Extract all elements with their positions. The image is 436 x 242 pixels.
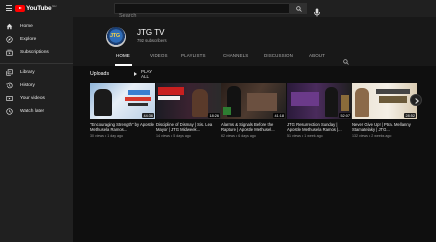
main-content: JTG JTG TV 792 subscribers HOME VIDEOS P… xyxy=(73,17,436,242)
library-icon xyxy=(6,69,13,76)
microphone-icon xyxy=(314,8,320,17)
tab-about[interactable]: ABOUT xyxy=(309,53,325,58)
video-duration: 41:18 xyxy=(273,113,285,118)
video-thumbnail[interactable]: 18:26 xyxy=(156,83,221,119)
logo-region: GH xyxy=(51,4,57,8)
thumb-banner xyxy=(158,96,180,100)
active-tab-indicator xyxy=(115,64,132,66)
thumb-banner xyxy=(125,97,151,101)
video-duration: 18:26 xyxy=(208,113,220,118)
compass-icon xyxy=(6,36,13,43)
channel-tabs: HOME VIDEOS PLAYLISTS CHANNELS DISCUSSIO… xyxy=(73,47,436,66)
speaker-figure xyxy=(192,89,208,117)
sidebar-item-label: History xyxy=(20,83,35,88)
subscriber-count: 792 subscribers xyxy=(137,38,167,43)
sidebar-item-home[interactable]: Home xyxy=(0,20,73,33)
video-title[interactable]: JTG Resurrection Sunday | Apostle Methus… xyxy=(287,122,352,133)
sidebar-item-your-videos[interactable]: Your videos xyxy=(0,92,73,105)
thumb-banner xyxy=(128,103,148,106)
video-card[interactable]: 41:18 Alarms & Signals Before the Raptur… xyxy=(221,83,286,138)
video-title[interactable]: Discipline of Dismay | Sis. Lea Mayor | … xyxy=(156,122,221,133)
thumb-background xyxy=(223,107,231,115)
video-duration: 44:36 xyxy=(142,113,154,118)
home-icon xyxy=(6,23,13,30)
top-bar: YouTube GH xyxy=(0,0,436,21)
video-meta: 132 views • 2 weeks ago xyxy=(352,133,392,138)
video-thumbnail[interactable]: 28:52 xyxy=(352,83,417,119)
thumb-background xyxy=(247,93,277,111)
sidebar-item-label: Home xyxy=(20,24,33,29)
search-icon xyxy=(296,6,302,12)
thumb-screen xyxy=(291,92,319,106)
video-card[interactable]: 18:26 Discipline of Dismay | Sis. Lea Ma… xyxy=(156,83,221,138)
sidebar-divider xyxy=(0,63,73,64)
video-thumbnail[interactable]: 44:36 xyxy=(90,83,155,119)
history-icon xyxy=(6,82,13,89)
video-card[interactable]: 44:36 "Encouraging Strength" by Apostle … xyxy=(90,83,155,138)
channel-header: JTG JTG TV 792 subscribers HOME VIDEOS P… xyxy=(73,17,436,66)
video-title[interactable]: Alarms & Signals Before the Rapture | Ap… xyxy=(221,122,286,133)
thumb-banner xyxy=(376,89,410,94)
logo-text: YouTube xyxy=(26,5,52,12)
voice-search-button[interactable] xyxy=(313,4,321,17)
sidebar-item-label: Explore xyxy=(20,37,37,42)
video-card[interactable]: 52:07 JTG Resurrection Sunday | Apostle … xyxy=(287,83,352,138)
sidebar-item-label: Library xyxy=(20,70,35,75)
channel-avatar[interactable]: JTG xyxy=(106,27,126,47)
section-title: Uploads xyxy=(90,70,110,77)
uploads-section-header: Uploads PLAY ALL xyxy=(90,69,152,79)
thumb-banner xyxy=(128,90,150,95)
sidebar-item-explore[interactable]: Explore xyxy=(0,33,73,46)
channel-name: JTG TV xyxy=(137,28,165,37)
sidebar-item-label: Subscriptions xyxy=(20,50,49,55)
video-title[interactable]: Never Give Up! | Ptra. Mellanny Stamatel… xyxy=(352,122,417,133)
tab-discussion[interactable]: DISCUSSION xyxy=(264,53,293,58)
sidebar-item-history[interactable]: History xyxy=(0,79,73,92)
speaker-figure xyxy=(325,87,338,117)
play-all-label: PLAY ALL xyxy=(141,68,153,79)
tab-videos[interactable]: VIDEOS xyxy=(150,53,168,58)
video-meta: 14 views • 5 days ago xyxy=(156,133,191,138)
sidebar-item-label: Watch later xyxy=(20,109,45,114)
hamburger-menu-icon[interactable] xyxy=(6,5,12,11)
youtube-play-icon xyxy=(15,5,25,12)
video-meta: 30 views • 1 day ago xyxy=(90,133,124,138)
speaker-figure xyxy=(355,88,369,117)
sidebar-item-library[interactable]: Library xyxy=(0,66,73,79)
youtube-logo[interactable]: YouTube GH xyxy=(15,4,56,13)
video-meta: 51 views • 1 week ago xyxy=(287,133,323,138)
search-box xyxy=(114,3,290,21)
video-card[interactable]: 28:52 Never Give Up! | Ptra. Mellanny St… xyxy=(352,83,417,138)
video-meta: 62 views • 6 days ago xyxy=(221,133,256,138)
play-all-button[interactable]: PLAY ALL xyxy=(134,68,153,79)
thumb-background xyxy=(341,95,349,111)
video-duration: 28:52 xyxy=(404,113,416,118)
tab-home[interactable]: HOME xyxy=(116,53,130,58)
sidebar-item-watch-later[interactable]: Watch later xyxy=(0,105,73,118)
thumb-banner xyxy=(379,96,407,103)
sidebar: Home Explore Subscriptions Library Histo… xyxy=(0,17,73,242)
thumb-banner xyxy=(158,87,184,95)
video-title[interactable]: "Encouraging Strength" by Apostle Methus… xyxy=(90,122,155,133)
tab-playlists[interactable]: PLAYLISTS xyxy=(181,53,206,58)
your-videos-icon xyxy=(6,95,13,102)
clock-icon xyxy=(6,108,13,115)
subscriptions-icon xyxy=(6,49,13,56)
play-icon xyxy=(134,71,137,76)
speaker-figure xyxy=(94,89,112,116)
video-thumbnail[interactable]: 52:07 xyxy=(287,83,352,119)
avatar-text: JTG xyxy=(110,33,120,39)
tab-channels[interactable]: CHANNELS xyxy=(223,53,248,58)
sidebar-item-subscriptions[interactable]: Subscriptions xyxy=(0,46,73,59)
channel-search-icon[interactable] xyxy=(343,52,349,70)
video-thumbnail[interactable]: 41:18 xyxy=(221,83,286,119)
search-button[interactable] xyxy=(290,3,307,14)
video-duration: 52:07 xyxy=(339,113,351,118)
next-arrow-button[interactable] xyxy=(410,94,422,106)
sidebar-item-label: Your videos xyxy=(20,96,45,101)
